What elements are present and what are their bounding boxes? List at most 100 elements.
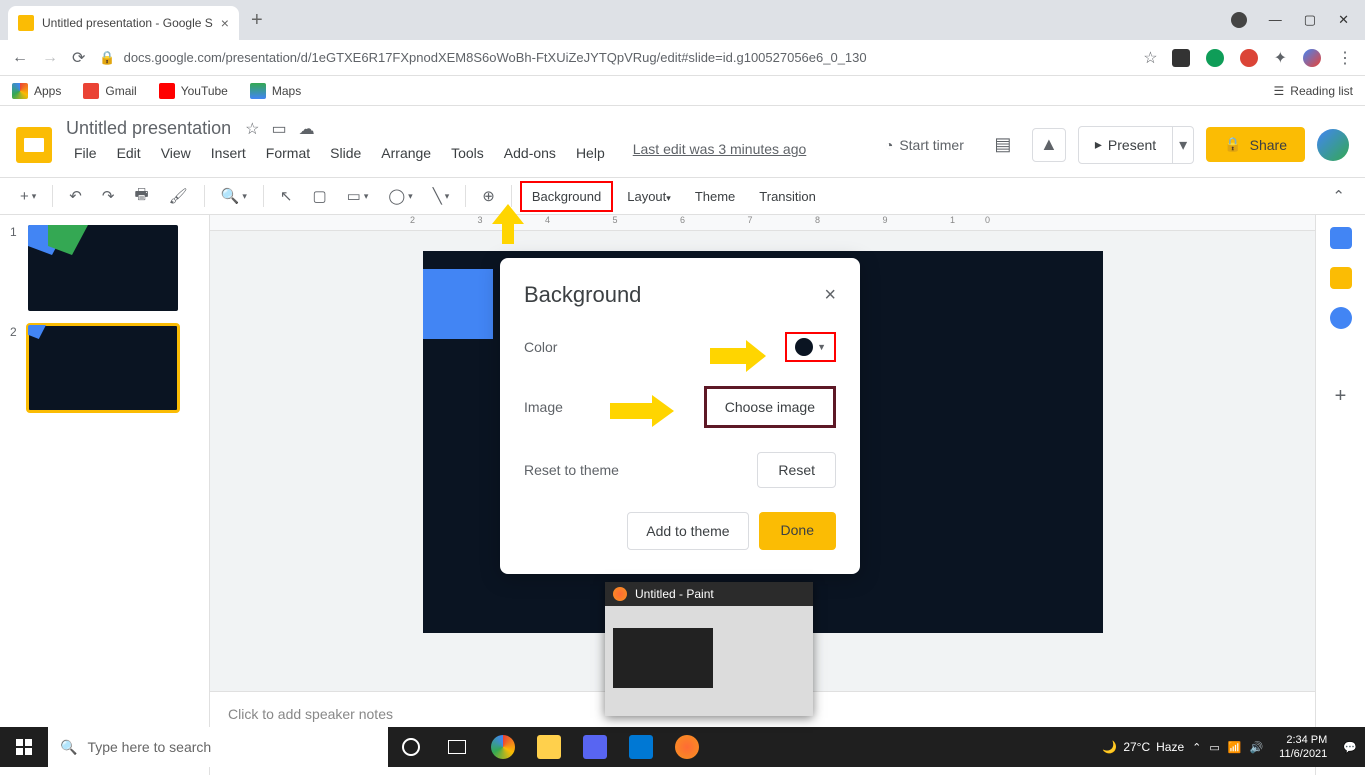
- chrome-taskbar-icon[interactable]: [480, 727, 526, 767]
- weather-widget[interactable]: 🌙 27°C Haze: [1102, 740, 1184, 754]
- present-button[interactable]: ▸Present: [1079, 127, 1172, 163]
- menu-edit[interactable]: Edit: [109, 141, 149, 165]
- transition-button[interactable]: Transition: [749, 183, 826, 210]
- zoom-dropdown[interactable]: 🔍 ▾: [213, 183, 255, 209]
- start-timer-button[interactable]: ◔Start timer: [875, 131, 974, 159]
- slideshow-icon[interactable]: ▲: [1032, 128, 1066, 162]
- user-avatar[interactable]: [1317, 129, 1349, 161]
- image-icon[interactable]: ▭ ▾: [339, 183, 377, 209]
- youtube-bookmark[interactable]: YouTube: [159, 83, 228, 99]
- add-addon-icon[interactable]: +: [1335, 385, 1347, 408]
- menu-view[interactable]: View: [153, 141, 199, 165]
- maximize-icon[interactable]: ▢: [1304, 12, 1316, 28]
- browser-tab[interactable]: Untitled presentation - Google S ×: [8, 6, 239, 40]
- start-button[interactable]: [0, 727, 48, 767]
- undo-icon[interactable]: ↶: [61, 183, 90, 209]
- print-icon[interactable]: 🖶: [126, 180, 156, 213]
- back-icon[interactable]: ←: [12, 49, 28, 67]
- app-taskbar-icon-1[interactable]: [572, 727, 618, 767]
- paint-format-icon[interactable]: 🖌: [161, 183, 196, 209]
- wifi-icon[interactable]: 📶: [1228, 741, 1242, 754]
- tray-expand-icon[interactable]: ⌃: [1192, 741, 1201, 754]
- bookmarks-bar: Apps Gmail YouTube Maps ☰Reading list: [0, 76, 1365, 106]
- task-view-icon[interactable]: [434, 727, 480, 767]
- keep-addon-icon[interactable]: [1330, 267, 1352, 289]
- ext-icon-1[interactable]: [1172, 49, 1190, 67]
- gmail-bookmark[interactable]: Gmail: [83, 83, 136, 99]
- paint-taskbar-preview[interactable]: Untitled - Paint: [605, 582, 813, 716]
- menu-file[interactable]: File: [66, 141, 105, 165]
- clock[interactable]: 2:34 PM 11/6/2021: [1271, 733, 1335, 762]
- image-label: Image: [524, 399, 563, 415]
- slides-logo-icon[interactable]: [16, 127, 52, 163]
- reading-list[interactable]: ☰Reading list: [1274, 84, 1353, 98]
- last-edit-link[interactable]: Last edit was 3 minutes ago: [633, 141, 807, 165]
- notifications-icon[interactable]: 💬: [1343, 741, 1357, 754]
- color-picker-button[interactable]: ▼: [785, 332, 836, 362]
- menu-tools[interactable]: Tools: [443, 141, 492, 165]
- menu-slide[interactable]: Slide: [322, 141, 369, 165]
- explorer-taskbar-icon[interactable]: [526, 727, 572, 767]
- volume-icon[interactable]: 🔊: [1249, 741, 1263, 754]
- menu-format[interactable]: Format: [258, 141, 318, 165]
- line-icon[interactable]: ╲ ▾: [425, 183, 458, 209]
- textbox-icon[interactable]: ▢: [304, 183, 334, 209]
- weather-icon: 🌙: [1102, 740, 1117, 754]
- url-field[interactable]: 🔒 docs.google.com/presentation/d/1eGTXE6…: [99, 50, 1129, 66]
- taskbar-search[interactable]: 🔍Type here to search: [48, 727, 388, 767]
- ext-icon-3[interactable]: [1240, 49, 1258, 67]
- apps-bookmark[interactable]: Apps: [12, 83, 61, 99]
- side-panel: +: [1315, 215, 1365, 775]
- document-title[interactable]: Untitled presentation: [66, 118, 231, 139]
- paint-taskbar-icon[interactable]: [664, 727, 710, 767]
- collapse-toolbar-icon[interactable]: ⌃: [1324, 183, 1353, 209]
- forward-icon[interactable]: →: [42, 49, 58, 67]
- tasks-addon-icon[interactable]: [1330, 307, 1352, 329]
- maps-bookmark[interactable]: Maps: [250, 83, 301, 99]
- select-tool-icon[interactable]: ↖: [272, 183, 301, 209]
- redo-icon[interactable]: ↷: [94, 183, 123, 209]
- done-button[interactable]: Done: [759, 512, 836, 550]
- minimize-icon[interactable]: —: [1269, 12, 1282, 28]
- background-dialog: Background × Color ▼ Image Choose image …: [500, 258, 860, 574]
- menu-help[interactable]: Help: [568, 141, 613, 165]
- extensions-icon[interactable]: ✦: [1274, 48, 1287, 68]
- star-doc-icon[interactable]: ☆: [245, 119, 259, 139]
- new-tab-button[interactable]: +: [251, 9, 263, 32]
- share-button[interactable]: 🔒Share: [1206, 127, 1305, 162]
- chrome-menu-icon[interactable]: ⋮: [1337, 48, 1353, 68]
- slide-shape: [423, 269, 493, 339]
- shape-icon[interactable]: ◯ ▾: [380, 183, 420, 209]
- comments-icon[interactable]: ▤: [986, 128, 1020, 162]
- menu-arrange[interactable]: Arrange: [373, 141, 439, 165]
- reset-button[interactable]: Reset: [757, 452, 836, 488]
- profile-icon[interactable]: [1303, 49, 1321, 67]
- close-window-icon[interactable]: ✕: [1338, 12, 1349, 28]
- menu-insert[interactable]: Insert: [203, 141, 254, 165]
- cortana-icon[interactable]: [388, 727, 434, 767]
- app-taskbar-icon-2[interactable]: [618, 727, 664, 767]
- present-dropdown[interactable]: ▾: [1172, 127, 1193, 163]
- close-tab-icon[interactable]: ×: [221, 15, 229, 31]
- dialog-close-icon[interactable]: ×: [824, 284, 836, 307]
- menu-addons[interactable]: Add-ons: [496, 141, 564, 165]
- annotation-arrow-up: [488, 204, 528, 244]
- move-icon[interactable]: ▭: [271, 119, 286, 139]
- star-icon[interactable]: ☆: [1143, 48, 1157, 68]
- ext-icon-2[interactable]: [1206, 49, 1224, 67]
- layout-button[interactable]: Layout▾: [617, 183, 681, 210]
- background-button[interactable]: Background: [520, 181, 613, 212]
- battery-icon[interactable]: ▭: [1209, 741, 1219, 754]
- chrome-address-bar: ← → ⟳ 🔒 docs.google.com/presentation/d/1…: [0, 40, 1365, 76]
- slide-thumb-1[interactable]: 1: [10, 225, 199, 311]
- slide-thumb-2[interactable]: 2: [10, 325, 199, 411]
- theme-button[interactable]: Theme: [685, 183, 745, 210]
- account-icon[interactable]: [1231, 12, 1247, 28]
- new-slide-button[interactable]: + ▾: [12, 184, 44, 209]
- choose-image-button[interactable]: Choose image: [704, 386, 836, 428]
- present-icon: ▸: [1095, 136, 1102, 153]
- cloud-icon[interactable]: ☁: [299, 119, 315, 139]
- calendar-addon-icon[interactable]: [1330, 227, 1352, 249]
- add-to-theme-button[interactable]: Add to theme: [627, 512, 748, 550]
- reload-icon[interactable]: ⟳: [72, 48, 85, 68]
